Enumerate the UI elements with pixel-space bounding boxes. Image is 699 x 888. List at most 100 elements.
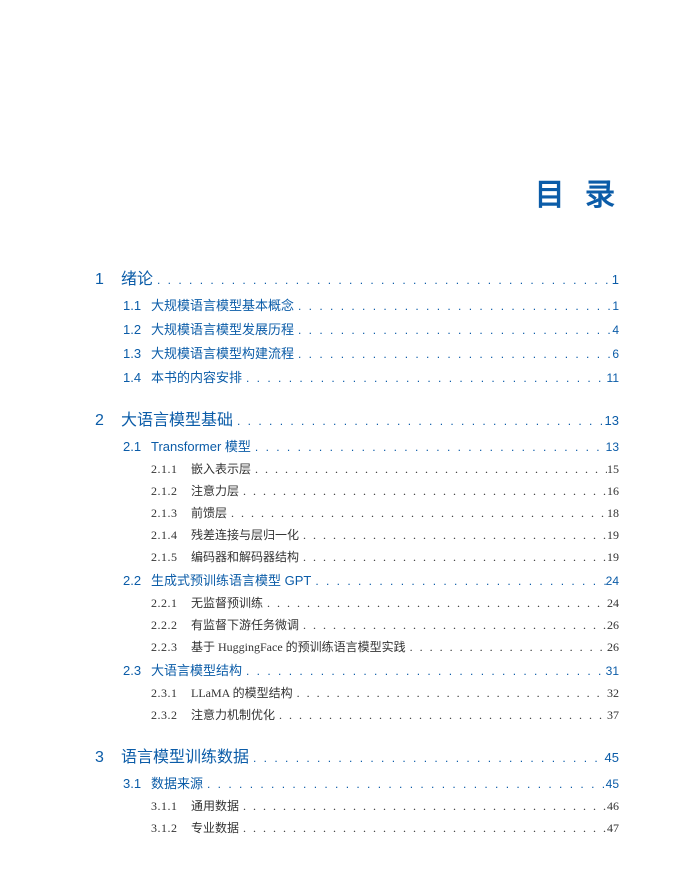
toc-entry-number: 2.3.2 <box>151 708 187 723</box>
toc-leader-dots: . . . . . . . . . . . . . . . . . . . . … <box>251 462 607 477</box>
toc-entry-page: 32 <box>607 686 619 701</box>
toc-entry[interactable]: 2.2.3基于 HuggingFace 的预训练语言模型实践. . . . . … <box>151 638 619 655</box>
toc-entry[interactable]: 1.1大规模语言模型基本概念. . . . . . . . . . . . . … <box>123 295 619 314</box>
toc-entry-label: 生成式预训练语言模型 GPT <box>147 570 311 589</box>
toc-entry-number: 2.2.3 <box>151 640 187 655</box>
toc-leader-dots: . . . . . . . . . . . . . . . . . . . . … <box>311 574 605 588</box>
toc-leader-dots: . . . . . . . . . . . . . . . . . . . . … <box>406 640 607 655</box>
toc-entry[interactable]: 2.1.4残差连接与层归一化. . . . . . . . . . . . . … <box>151 526 619 543</box>
toc-leader-dots: . . . . . . . . . . . . . . . . . . . . … <box>275 708 607 723</box>
toc-entry-number: 2 <box>95 412 115 430</box>
toc-leader-dots: . . . . . . . . . . . . . . . . . . . . … <box>294 347 612 361</box>
toc-entry[interactable]: 2.2.1无监督预训练. . . . . . . . . . . . . . .… <box>151 594 619 611</box>
toc-entry[interactable]: 2.1Transformer 模型. . . . . . . . . . . .… <box>123 436 619 455</box>
toc-entry-label: 通用数据 <box>187 797 239 814</box>
toc-entry-label: 无监督预训练 <box>187 594 263 611</box>
toc-entry-label: 大规模语言模型构建流程 <box>147 343 294 362</box>
toc-leader-dots: . . . . . . . . . . . . . . . . . . . . … <box>239 799 607 814</box>
toc-entry-page: 45 <box>605 750 619 765</box>
toc-entry[interactable]: 2.1.1嵌入表示层. . . . . . . . . . . . . . . … <box>151 460 619 477</box>
toc-entry-label: 大规模语言模型基本概念 <box>147 295 294 314</box>
toc-leader-dots: . . . . . . . . . . . . . . . . . . . . … <box>294 323 612 337</box>
toc-entry-number: 2.1.3 <box>151 506 187 521</box>
toc-page: 目 录 1绪论. . . . . . . . . . . . . . . . .… <box>0 0 699 876</box>
toc-entry-page: 26 <box>607 618 619 633</box>
toc-entry-label: 语言模型训练数据 <box>115 743 249 767</box>
toc-leader-dots: . . . . . . . . . . . . . . . . . . . . … <box>233 414 605 428</box>
toc-entry-number: 3.1 <box>123 776 147 791</box>
toc-entry-page: 19 <box>607 550 619 565</box>
toc-entry-label: 绪论 <box>115 265 153 289</box>
toc-entry-number: 1.4 <box>123 370 147 385</box>
toc-entry[interactable]: 2.2生成式预训练语言模型 GPT. . . . . . . . . . . .… <box>123 570 619 589</box>
toc-entry-number: 2.1.5 <box>151 550 187 565</box>
toc-entry[interactable]: 2.3.1LLaMA 的模型结构. . . . . . . . . . . . … <box>151 684 619 701</box>
toc-entry-number: 3 <box>95 749 115 767</box>
toc-leader-dots: . . . . . . . . . . . . . . . . . . . . … <box>239 821 607 836</box>
toc-entry[interactable]: 3.1数据来源. . . . . . . . . . . . . . . . .… <box>123 773 619 792</box>
toc-entry-page: 4 <box>612 323 619 337</box>
toc-entry-page: 46 <box>607 799 619 814</box>
toc-leader-dots: . . . . . . . . . . . . . . . . . . . . … <box>299 618 607 633</box>
toc-entry-number: 2.2 <box>123 573 147 588</box>
toc-entry-page: 15 <box>607 462 619 477</box>
toc-leader-dots: . . . . . . . . . . . . . . . . . . . . … <box>263 596 607 611</box>
toc-entry[interactable]: 1 绪论. . . . . . . . . . . . . . . . . . .… <box>95 265 619 289</box>
toc-leader-dots: . . . . . . . . . . . . . . . . . . . . … <box>249 751 605 765</box>
toc-entry-number: 2.2.2 <box>151 618 187 633</box>
toc-entry-label: 前馈层 <box>187 504 227 521</box>
toc-entry-page: 24 <box>607 596 619 611</box>
toc-leader-dots: . . . . . . . . . . . . . . . . . . . . … <box>153 273 612 287</box>
toc-entry-label: 专业数据 <box>187 819 239 836</box>
toc-entry-page: 24 <box>606 574 619 588</box>
toc-entry-label: 大语言模型结构 <box>147 660 242 679</box>
toc-entry[interactable]: 2.3大语言模型结构. . . . . . . . . . . . . . . … <box>123 660 619 679</box>
toc-entry[interactable]: 2大语言模型基础. . . . . . . . . . . . . . . . … <box>95 406 619 430</box>
toc-entry-page: 37 <box>607 708 619 723</box>
toc-entry-number: 2.3.1 <box>151 686 187 701</box>
toc-leader-dots: . . . . . . . . . . . . . . . . . . . . … <box>242 664 606 678</box>
toc-entry-label: Transformer 模型 <box>147 436 251 455</box>
toc-entry[interactable]: 1.2大规模语言模型发展历程. . . . . . . . . . . . . … <box>123 319 619 338</box>
toc-entry[interactable]: 2.3.2注意力机制优化. . . . . . . . . . . . . . … <box>151 706 619 723</box>
toc-entry-page: 1 <box>612 272 619 287</box>
toc-entry[interactable]: 3.1.1通用数据. . . . . . . . . . . . . . . .… <box>151 797 619 814</box>
toc-entry[interactable]: 2.1.5编码器和解码器结构. . . . . . . . . . . . . … <box>151 548 619 565</box>
toc-leader-dots: . . . . . . . . . . . . . . . . . . . . … <box>299 528 607 543</box>
toc-entry-page: 11 <box>607 371 619 385</box>
toc-heading: 目 录 <box>535 170 621 214</box>
toc-entry-label: 残差连接与层归一化 <box>187 526 299 543</box>
toc-entry-page: 13 <box>605 413 619 428</box>
toc-leader-dots: . . . . . . . . . . . . . . . . . . . . … <box>293 686 607 701</box>
toc-entry[interactable]: 2.1.2注意力层. . . . . . . . . . . . . . . .… <box>151 482 619 499</box>
toc-entry-page: 31 <box>606 664 619 678</box>
toc-entry-number: 1.1 <box>123 298 147 313</box>
toc-entry-number: 1.3 <box>123 346 147 361</box>
toc-entry-number: 3.1.1 <box>151 799 187 814</box>
toc-entry[interactable]: 2.2.2有监督下游任务微调. . . . . . . . . . . . . … <box>151 616 619 633</box>
toc-entry-page: 19 <box>607 528 619 543</box>
toc-entry-page: 16 <box>607 484 619 499</box>
toc-leader-dots: . . . . . . . . . . . . . . . . . . . . … <box>239 484 607 499</box>
toc-entry[interactable]: 3.1.2专业数据. . . . . . . . . . . . . . . .… <box>151 819 619 836</box>
toc-entry-page: 1 <box>612 299 619 313</box>
toc-entry-label: 本书的内容安排 <box>147 367 242 386</box>
toc-entry[interactable]: 1.4本书的内容安排. . . . . . . . . . . . . . . … <box>123 367 619 386</box>
toc-entry-label: 注意力机制优化 <box>187 706 275 723</box>
toc-entry-number: 2.1.1 <box>151 462 187 477</box>
toc-entry-label: 基于 HuggingFace 的预训练语言模型实践 <box>187 638 406 655</box>
toc-entry-number: 3.1.2 <box>151 821 187 836</box>
toc-entry[interactable]: 3语言模型训练数据. . . . . . . . . . . . . . . .… <box>95 743 619 767</box>
toc-leader-dots: . . . . . . . . . . . . . . . . . . . . … <box>203 777 606 791</box>
toc-entry-page: 13 <box>606 440 619 454</box>
toc-entry-label: LLaMA 的模型结构 <box>187 684 293 701</box>
toc-entry[interactable]: 1.3大规模语言模型构建流程. . . . . . . . . . . . . … <box>123 343 619 362</box>
toc-entry-label: 嵌入表示层 <box>187 460 251 477</box>
toc-entry-number: 2.1.2 <box>151 484 187 499</box>
toc-leader-dots: . . . . . . . . . . . . . . . . . . . . … <box>242 371 607 385</box>
toc-entry-number: 2.3 <box>123 663 147 678</box>
toc-entry-number: 2.2.1 <box>151 596 187 611</box>
toc-leader-dots: . . . . . . . . . . . . . . . . . . . . … <box>294 299 612 313</box>
toc-entry[interactable]: 2.1.3前馈层. . . . . . . . . . . . . . . . … <box>151 504 619 521</box>
toc-leader-dots: . . . . . . . . . . . . . . . . . . . . … <box>299 550 607 565</box>
